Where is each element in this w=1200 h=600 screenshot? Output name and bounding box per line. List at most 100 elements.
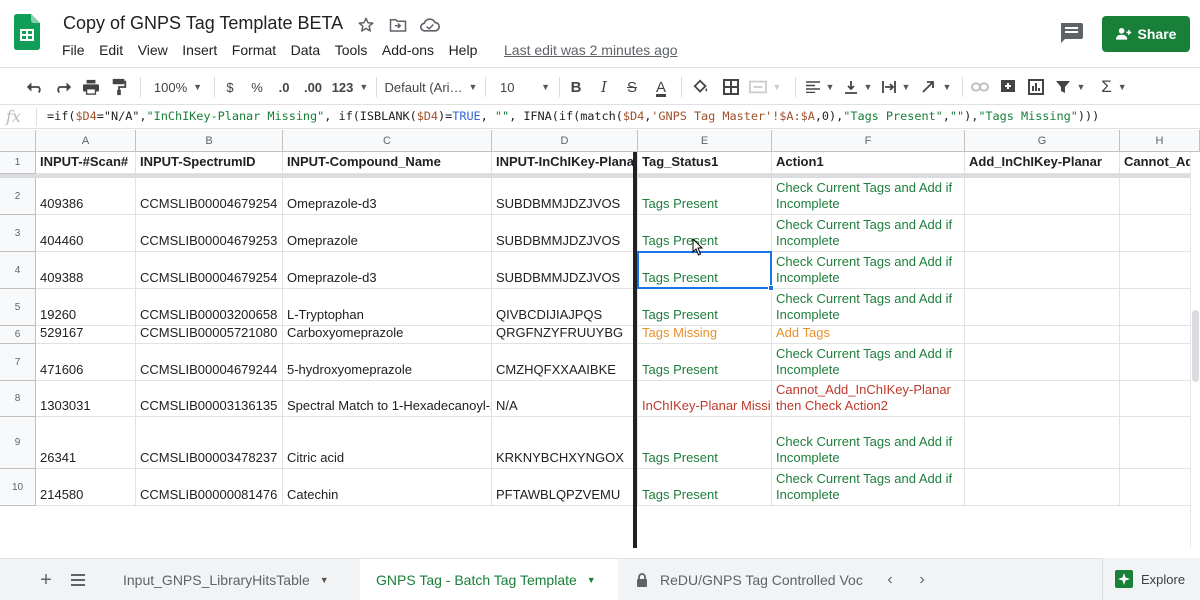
table-cell-empty[interactable] [1120,381,1200,417]
table-cell-scan[interactable]: 26341 [36,417,136,469]
table-cell-compound[interactable]: Citric acid [283,417,492,469]
menu-addons[interactable]: Add-ons [382,42,434,58]
table-cell-spectrum[interactable]: CCMSLIB00005721080 [136,326,283,344]
header-cell[interactable]: INPUT-Compound_Name [283,152,492,174]
header-cell[interactable]: Cannot_Add_InChIKey-Planar [1120,152,1200,174]
paint-format-icon[interactable] [106,68,132,106]
menu-edit[interactable]: Edit [99,42,123,58]
menu-format[interactable]: Format [232,42,276,58]
functions-icon[interactable]: Σ ▼ [1094,68,1134,106]
vertical-scrollbar-thumb[interactable] [1192,310,1199,382]
menu-data[interactable]: Data [291,42,321,58]
row-header[interactable]: 9 [0,417,36,469]
bold-button[interactable]: B [566,68,586,106]
table-cell-scan[interactable]: 1303031 [36,381,136,417]
table-cell-action[interactable]: Check Current Tags and Add if Incomplete [772,289,965,326]
table-cell-empty[interactable] [965,215,1120,252]
font-size-select[interactable]: 10 ▼ [492,68,554,106]
table-cell-empty[interactable] [1120,178,1200,215]
row-header[interactable]: 6 [0,326,36,344]
sheet-tab-input-gnps[interactable]: Input_GNPS_LibraryHitsTable ▼ [108,559,356,600]
table-cell-status[interactable]: Tags Present [638,215,772,252]
comment-icon[interactable] [1058,22,1084,44]
table-cell-inchikey[interactable]: SUBDBMMJDZJVOS [492,252,638,289]
table-cell-scan[interactable]: 409386 [36,178,136,215]
cloud-status-icon[interactable] [418,14,442,36]
table-cell-scan[interactable]: 529167 [36,326,136,344]
column-header-e[interactable]: E [638,130,772,152]
table-cell-empty[interactable] [1120,417,1200,469]
table-cell-scan[interactable]: 409388 [36,252,136,289]
insert-comment-icon[interactable] [996,68,1020,106]
strikethrough-button[interactable]: S [622,68,642,106]
table-cell-inchikey[interactable]: N/A [492,381,638,417]
menu-view[interactable]: View [138,42,168,58]
share-button[interactable]: Share [1102,16,1190,52]
table-cell-empty[interactable] [1120,344,1200,381]
header-cell[interactable]: Tag_Status1 [638,152,772,174]
table-cell-spectrum[interactable]: CCMSLIB00000081476 [136,469,283,506]
table-cell-empty[interactable] [965,178,1120,215]
column-header-b[interactable]: B [136,130,283,152]
column-header-f[interactable]: F [772,130,965,152]
redo-icon[interactable] [50,68,76,106]
menu-file[interactable]: File [62,42,85,58]
column-header-g[interactable]: G [965,130,1120,152]
table-cell-empty[interactable] [965,344,1120,381]
table-cell-scan[interactable]: 214580 [36,469,136,506]
table-cell-scan[interactable]: 404460 [36,215,136,252]
select-all-corner[interactable] [0,130,36,152]
table-cell-inchikey[interactable]: SUBDBMMJDZJVOS [492,215,638,252]
table-cell-empty[interactable] [1120,215,1200,252]
table-cell-status[interactable]: Tags Present [638,289,772,326]
table-cell-inchikey[interactable]: SUBDBMMJDZJVOS [492,178,638,215]
row-header[interactable]: 10 [0,469,36,506]
table-cell-status[interactable]: Tags Missing [638,326,772,344]
menu-tools[interactable]: Tools [335,42,368,58]
star-icon[interactable] [354,14,378,36]
table-cell-empty[interactable] [965,381,1120,417]
table-cell-action[interactable]: Check Current Tags and Add if Incomplete [772,469,965,506]
all-sheets-icon[interactable] [68,570,88,590]
borders-icon[interactable] [720,68,742,106]
text-wrap-icon[interactable]: ▼ [880,68,912,106]
row-header[interactable]: 7 [0,344,36,381]
table-cell-compound[interactable]: Spectral Match to 1-Hexadecanoyl-2 [283,381,492,417]
fill-color-icon[interactable] [690,68,712,106]
fill-handle[interactable] [768,285,774,291]
header-cell[interactable]: Add_InChIKey-Planar [965,152,1120,174]
table-cell-compound[interactable]: Omeprazole-d3 [283,178,492,215]
table-cell-empty[interactable] [965,289,1120,326]
row-header[interactable]: 3 [0,215,36,252]
add-sheet-icon[interactable]: + [36,569,56,591]
table-cell-inchikey[interactable]: QRGFNZYFRUUYBG [492,326,638,344]
sheets-logo-icon[interactable] [14,14,40,50]
document-title[interactable]: Copy of GNPS Tag Template BETA [63,13,343,34]
row-header[interactable]: 2 [0,178,36,215]
table-cell-spectrum[interactable]: CCMSLIB00003478237 [136,417,283,469]
freeze-row-divider[interactable] [0,174,1200,178]
table-cell-empty[interactable] [1120,326,1200,344]
move-to-folder-icon[interactable] [386,14,410,36]
freeze-column-divider[interactable] [633,152,637,548]
text-color-button[interactable]: A [650,68,672,106]
row-header[interactable]: 5 [0,289,36,326]
column-header-h[interactable]: H [1120,130,1200,152]
table-cell-inchikey[interactable]: KRKNYBCHXYNGOX [492,417,638,469]
sheet-tab-redu-gnps[interactable]: ReDU/GNPS Tag Controlled Voc [624,559,872,600]
row-header[interactable]: 1 [0,152,36,174]
scroll-tabs-right-icon[interactable]: › [912,570,932,590]
italic-button[interactable]: I [594,68,614,106]
insert-link-icon[interactable] [968,68,992,106]
table-cell-empty[interactable] [1120,252,1200,289]
table-cell-status[interactable]: Tags Present [638,344,772,381]
table-cell-scan[interactable]: 19260 [36,289,136,326]
header-cell[interactable]: INPUT-InChIKey-Planar [492,152,638,174]
table-cell-empty[interactable] [965,469,1120,506]
table-cell-spectrum[interactable]: CCMSLIB00004679254 [136,178,283,215]
last-edit-link[interactable]: Last edit was 2 minutes ago [504,42,678,58]
table-cell-spectrum[interactable]: CCMSLIB00004679244 [136,344,283,381]
menu-help[interactable]: Help [449,42,478,58]
table-cell-status[interactable]: Tags Present [638,469,772,506]
table-cell-compound[interactable]: Omeprazole [283,215,492,252]
